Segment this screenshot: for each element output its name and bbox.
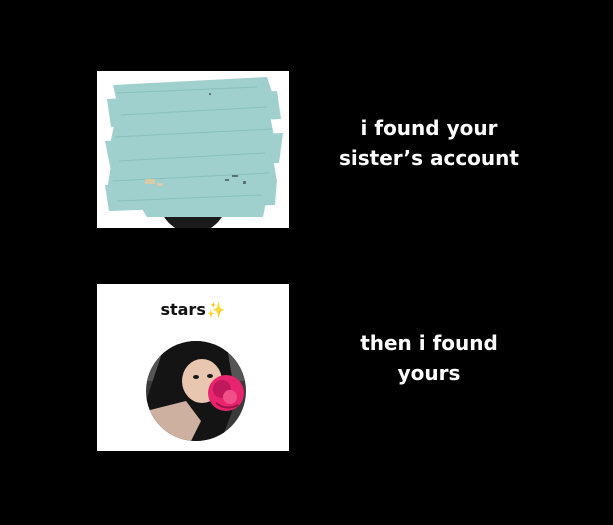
panel-your-account: stars✨ [97, 284, 289, 451]
profile-title: stars✨ [97, 300, 289, 319]
caption-top-line2: sister’s account [339, 146, 519, 170]
panel-sister-account [97, 71, 289, 228]
profile-title-text: stars [160, 300, 206, 319]
caption-top-line1: i found your [360, 116, 498, 140]
sparkle-icon: ✨ [206, 301, 226, 319]
scribbled-profile-image [105, 77, 283, 228]
caption-bottom-line1: then i found [360, 331, 498, 355]
rose-flower [208, 375, 244, 411]
teal-scribble [105, 77, 283, 217]
caption-your-account: then i found yours [309, 328, 549, 388]
caption-sister-account: i found your sister’s account [309, 113, 549, 173]
caption-bottom-line2: yours [397, 361, 461, 385]
profile-photo [146, 341, 246, 441]
